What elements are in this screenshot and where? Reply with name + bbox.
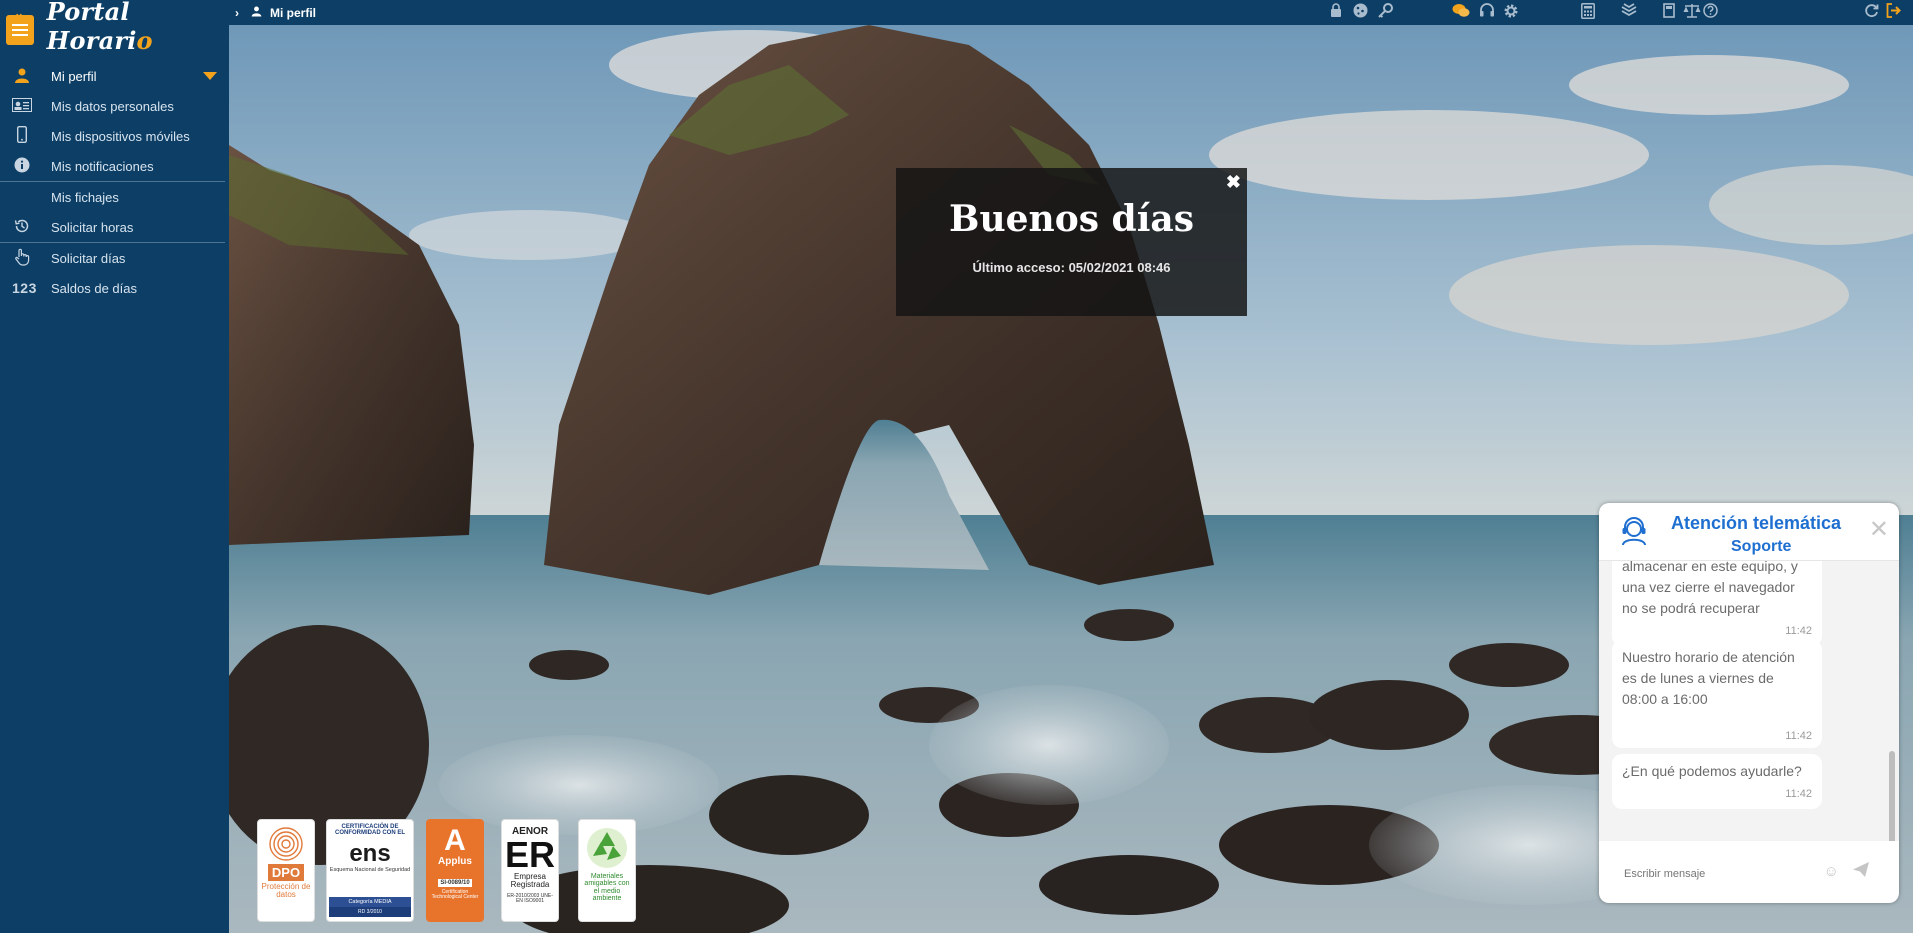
chat-subtitle: Soporte [1731, 538, 1792, 555]
chat-widget: Atención telemática Soporte ✕ almacenar … [1599, 503, 1899, 903]
eco-badge[interactable]: Materiales amigables con el medio ambien… [578, 819, 636, 922]
sidebar-item-label: Mis datos personales [51, 98, 174, 114]
ens-top-text: CERTIFICACIÓN DE CONFORMIDAD CON EL [335, 824, 405, 837]
sidebar-item-mis-dispositivos-moviles[interactable]: Mis dispositivos móviles [0, 121, 229, 151]
close-icon[interactable]: ✕ [1869, 515, 1889, 544]
dpo-subtitle: Protección de datos [261, 882, 311, 900]
sidebar-item-mis-notificaciones[interactable]: Mis notificaciones [0, 151, 229, 181]
sidebar-item-label: Mis dispositivos móviles [51, 128, 190, 144]
sidebar-item-solicitar-dias[interactable]: Solicitar días [0, 243, 229, 273]
ens-badge[interactable]: CERTIFICACIÓN DE CONFORMIDAD CON EL ens … [326, 819, 414, 922]
lock-icon[interactable] [1330, 3, 1342, 21]
user-icon [251, 5, 262, 20]
chat-message-text: almacenar en este equipo, y una vez cier… [1622, 561, 1798, 616]
ens-code: RD 3/2010 [329, 907, 411, 917]
key-icon[interactable] [1378, 3, 1393, 22]
sidebar: ⌄ Portal Horario Mi perfil Mis datos per… [0, 0, 229, 933]
info-icon [12, 157, 32, 176]
gear-icon[interactable] [1503, 3, 1519, 23]
applus-footer: Certification Technological Center [431, 889, 479, 901]
eco-text: Materiales amigables con el medio ambien… [584, 873, 630, 903]
sidebar-item-label: Mi perfil [51, 68, 97, 84]
aenor-logo: ER [505, 834, 556, 875]
greeting-popup: ✖ Buenos días Último acceso: 05/02/2021 … [896, 168, 1247, 316]
sidebar-item-label: Solicitar días [51, 250, 126, 266]
greeting-title: Buenos días [949, 198, 1194, 240]
applus-code: SI-0089/10 [438, 879, 472, 887]
sidebar-item-label: Mis notificaciones [51, 158, 154, 174]
chat-title: Atención telemática [1671, 513, 1842, 533]
sidebar-item-solicitar-horas[interactable]: Solicitar horas [0, 212, 229, 242]
sidebar-item-label: Saldos de días [51, 280, 138, 296]
chat-message-time: 11:42 [1785, 788, 1812, 800]
last-access-text: Último acceso: 05/02/2021 08:46 [972, 260, 1171, 275]
close-icon[interactable]: ✖ [1226, 172, 1241, 193]
applus-badge[interactable]: A Applus SI-0089/10 Certification Techno… [426, 819, 484, 922]
sidebar-item-mis-fichajes[interactable]: Mis fichajes [0, 182, 229, 212]
chat-message: Nuestro horario de atención es de lunes … [1612, 640, 1822, 748]
dpo-badge[interactable]: DPO Protección de datos [257, 819, 315, 922]
applus-logo: A [444, 824, 466, 857]
breadcrumb: › Mi perfil [229, 5, 316, 20]
chat-message: ¿En qué podemos ayudarle? 11:42 [1612, 754, 1822, 809]
chat-header: Atención telemática Soporte ✕ [1599, 503, 1899, 561]
numbers-icon: 123 [12, 280, 37, 296]
chevron-down-icon: ⌄ [14, 6, 25, 20]
chat-message-input[interactable] [1624, 868, 1824, 880]
support-agent-icon [1622, 517, 1646, 546]
chevron-right-icon: › [235, 5, 239, 20]
chat-message-time: 11:42 [1785, 625, 1812, 637]
hand-pointer-icon [12, 248, 32, 269]
brand-header: ⌄ Portal Horario [0, 0, 229, 55]
emoji-icon[interactable]: ☺ [1824, 863, 1839, 880]
recycle-icon [587, 828, 627, 868]
aenor-name: Empresa Registrada [510, 872, 550, 890]
sidebar-item-mi-perfil[interactable]: Mi perfil [0, 61, 229, 91]
chat-input-bar: ☺ [1599, 845, 1899, 903]
chat-message: almacenar en este equipo, y una vez cier… [1612, 561, 1822, 646]
sidebar-item-label: Mis fichajes [51, 189, 119, 205]
send-icon[interactable] [1853, 862, 1869, 881]
chat-scrollbar[interactable] [1889, 751, 1895, 841]
book-icon[interactable] [1663, 3, 1675, 22]
headset-icon[interactable] [1479, 3, 1495, 22]
chat-message-time: 11:42 [1785, 730, 1812, 742]
history-icon [12, 218, 32, 237]
ens-scheme-text: Esquema Nacional de Seguridad [329, 866, 411, 873]
app-logo: Portal Horario [46, 0, 153, 55]
calculator-icon[interactable] [1581, 3, 1595, 23]
chat-message-text: Nuestro horario de atención es de lunes … [1622, 649, 1795, 707]
sidebar-item-label: Solicitar horas [51, 219, 134, 235]
ens-logo: ens [349, 839, 391, 867]
user-icon [12, 67, 32, 86]
chat-bubbles-icon[interactable] [1452, 3, 1470, 22]
help-icon[interactable] [1703, 3, 1718, 22]
refresh-icon[interactable] [1864, 3, 1879, 22]
dpo-title: DPO [267, 864, 305, 881]
cookie-icon[interactable] [1353, 3, 1368, 22]
hamburger-menu-button[interactable]: ⌄ [6, 6, 34, 45]
id-card-icon [12, 97, 32, 115]
breadcrumb-current[interactable]: Mi perfil [270, 6, 316, 20]
layers-icon[interactable] [1621, 3, 1637, 21]
ens-level: Categoría MEDIA [329, 897, 411, 907]
chat-messages[interactable]: almacenar en este equipo, y una vez cier… [1599, 561, 1899, 841]
chat-message-text: ¿En qué podemos ayudarle? [1622, 763, 1802, 779]
applus-name: Applus [438, 856, 472, 867]
logout-icon[interactable] [1886, 3, 1902, 22]
sidebar-item-saldos-de-dias[interactable]: 123 Saldos de días [0, 273, 229, 303]
fingerprint-icon [269, 827, 303, 861]
aenor-badge[interactable]: AENOR ER Empresa Registrada ER-2010/2003… [501, 819, 559, 922]
aenor-code: ER-2010/2003 UNE-EN ISO9001 [507, 892, 553, 905]
mobile-icon [12, 125, 32, 146]
sidebar-item-mis-datos-personales[interactable]: Mis datos personales [0, 91, 229, 121]
scale-icon[interactable] [1683, 3, 1701, 22]
top-bar: › Mi perfil [229, 0, 1913, 25]
caret-down-icon[interactable] [203, 72, 217, 80]
